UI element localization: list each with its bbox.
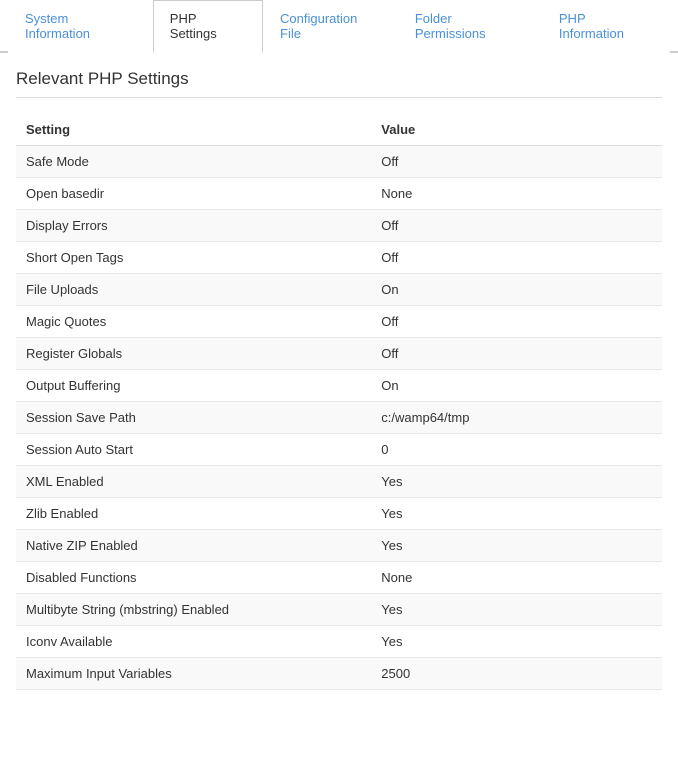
value-cell: On bbox=[371, 370, 662, 402]
table-row: Open basedirNone bbox=[16, 178, 662, 210]
value-cell: Off bbox=[371, 210, 662, 242]
setting-cell: Session Auto Start bbox=[16, 434, 371, 466]
setting-cell: Iconv Available bbox=[16, 626, 371, 658]
table-row: File UploadsOn bbox=[16, 274, 662, 306]
setting-cell: Short Open Tags bbox=[16, 242, 371, 274]
col-header-value: Value bbox=[371, 114, 662, 146]
value-cell: None bbox=[371, 562, 662, 594]
value-cell: Off bbox=[371, 306, 662, 338]
table-row: Display ErrorsOff bbox=[16, 210, 662, 242]
table-row: XML EnabledYes bbox=[16, 466, 662, 498]
table-row: Iconv AvailableYes bbox=[16, 626, 662, 658]
setting-cell: Disabled Functions bbox=[16, 562, 371, 594]
table-row: Short Open TagsOff bbox=[16, 242, 662, 274]
value-cell: 2500 bbox=[371, 658, 662, 690]
table-row: Maximum Input Variables2500 bbox=[16, 658, 662, 690]
table-row: Session Auto Start0 bbox=[16, 434, 662, 466]
table-row: Safe ModeOff bbox=[16, 146, 662, 178]
value-cell: Yes bbox=[371, 594, 662, 626]
setting-cell: Multibyte String (mbstring) Enabled bbox=[16, 594, 371, 626]
col-header-setting: Setting bbox=[16, 114, 371, 146]
table-row: Zlib EnabledYes bbox=[16, 498, 662, 530]
settings-table: SettingValue Safe ModeOffOpen basedirNon… bbox=[16, 114, 662, 690]
setting-cell: Magic Quotes bbox=[16, 306, 371, 338]
tab-system-information[interactable]: System Information bbox=[8, 0, 153, 53]
value-cell: None bbox=[371, 178, 662, 210]
value-cell: Yes bbox=[371, 530, 662, 562]
value-cell: Off bbox=[371, 146, 662, 178]
setting-cell: Open basedir bbox=[16, 178, 371, 210]
table-row: Multibyte String (mbstring) EnabledYes bbox=[16, 594, 662, 626]
value-cell: Off bbox=[371, 242, 662, 274]
value-cell: 0 bbox=[371, 434, 662, 466]
table-row: Session Save Pathc:/wamp64/tmp bbox=[16, 402, 662, 434]
setting-cell: Output Buffering bbox=[16, 370, 371, 402]
tab-configuration-file[interactable]: Configuration File bbox=[263, 0, 398, 53]
value-cell: Yes bbox=[371, 626, 662, 658]
table-row: Output BufferingOn bbox=[16, 370, 662, 402]
tabs-container: System InformationPHP SettingsConfigurat… bbox=[0, 0, 678, 53]
value-cell: c:/wamp64/tmp bbox=[371, 402, 662, 434]
section-title: Relevant PHP Settings bbox=[16, 69, 662, 98]
setting-cell: Zlib Enabled bbox=[16, 498, 371, 530]
value-cell: Yes bbox=[371, 498, 662, 530]
table-row: Disabled FunctionsNone bbox=[16, 562, 662, 594]
table-row: Magic QuotesOff bbox=[16, 306, 662, 338]
tab-php-information[interactable]: PHP Information bbox=[542, 0, 670, 53]
tab-php-settings[interactable]: PHP Settings bbox=[153, 0, 263, 53]
setting-cell: Session Save Path bbox=[16, 402, 371, 434]
setting-cell: Display Errors bbox=[16, 210, 371, 242]
value-cell: On bbox=[371, 274, 662, 306]
setting-cell: Native ZIP Enabled bbox=[16, 530, 371, 562]
setting-cell: File Uploads bbox=[16, 274, 371, 306]
tab-folder-permissions[interactable]: Folder Permissions bbox=[398, 0, 542, 53]
table-row: Native ZIP EnabledYes bbox=[16, 530, 662, 562]
value-cell: Yes bbox=[371, 466, 662, 498]
setting-cell: Register Globals bbox=[16, 338, 371, 370]
value-cell: Off bbox=[371, 338, 662, 370]
setting-cell: XML Enabled bbox=[16, 466, 371, 498]
setting-cell: Maximum Input Variables bbox=[16, 658, 371, 690]
table-row: Register GlobalsOff bbox=[16, 338, 662, 370]
setting-cell: Safe Mode bbox=[16, 146, 371, 178]
